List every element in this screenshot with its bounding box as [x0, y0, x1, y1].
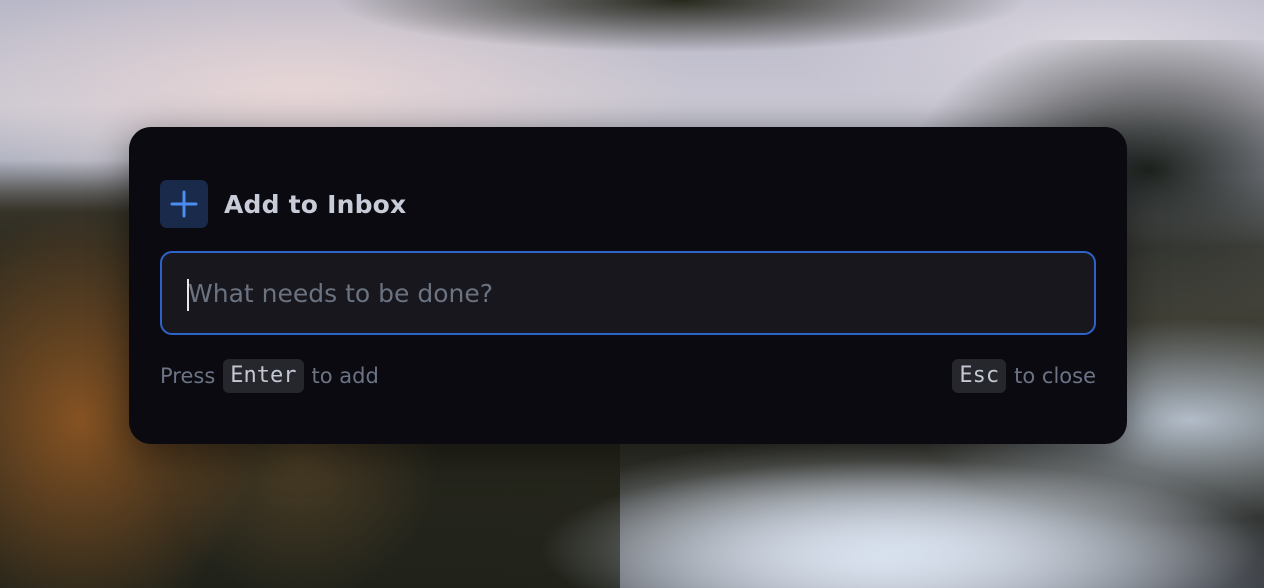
quick-add-dialog: Add to Inbox Press Enter to add Esc to c… [129, 127, 1127, 444]
add-hint-suffix: to add [311, 364, 379, 388]
close-hint-suffix: to close [1014, 364, 1096, 388]
task-input-container[interactable] [160, 251, 1096, 335]
add-hint: Press Enter to add [160, 359, 379, 393]
add-hint-prefix: Press [160, 364, 216, 388]
dialog-header: Add to Inbox [160, 180, 406, 228]
esc-key-badge: Esc [952, 359, 1007, 393]
dialog-title: Add to Inbox [224, 189, 407, 219]
task-input[interactable] [162, 253, 1094, 333]
text-caret [187, 279, 189, 311]
enter-key-badge: Enter [223, 359, 304, 393]
close-hint: Esc to close [952, 359, 1096, 393]
plus-icon [160, 180, 208, 228]
keyboard-hints: Press Enter to add Esc to close [160, 358, 1096, 394]
fog-layer [380, 430, 1264, 588]
